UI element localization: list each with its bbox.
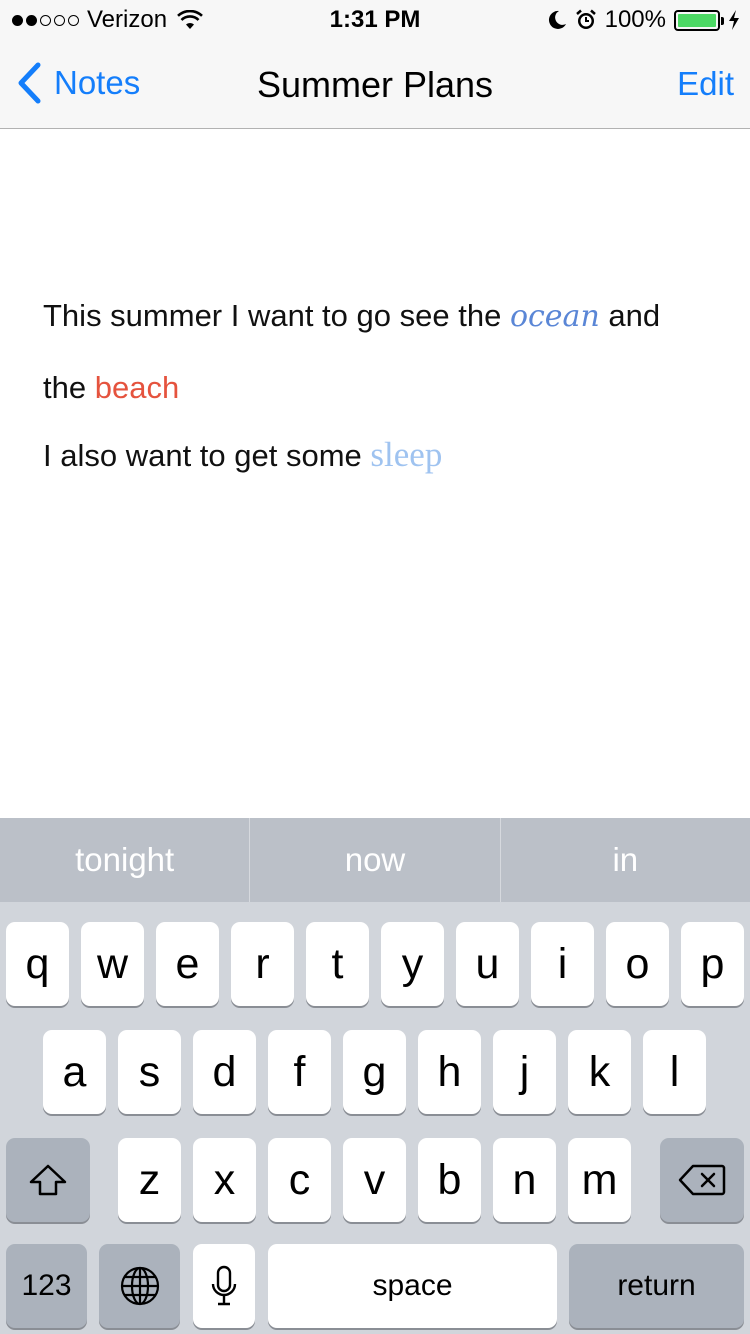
delete-key[interactable]: [660, 1138, 744, 1222]
microphone-key[interactable]: [193, 1244, 255, 1328]
microphone-icon: [211, 1265, 237, 1306]
key-z[interactable]: z: [118, 1138, 181, 1222]
edit-button[interactable]: Edit: [677, 65, 734, 103]
space-key[interactable]: space: [268, 1244, 557, 1328]
status-bar: Verizon 1:31 PM 100%: [0, 0, 750, 40]
keyboard: tonight now in q w e r t y u i o p a s d…: [0, 818, 750, 1334]
globe-key[interactable]: [99, 1244, 180, 1328]
key-k[interactable]: k: [568, 1030, 631, 1114]
key-v[interactable]: v: [343, 1138, 406, 1222]
navigation-bar: Notes Summer Plans Edit: [0, 40, 750, 129]
key-u[interactable]: u: [456, 922, 519, 1006]
key-a[interactable]: a: [43, 1030, 106, 1114]
return-key[interactable]: return: [569, 1244, 744, 1328]
numbers-key[interactable]: 123: [6, 1244, 87, 1328]
key-s[interactable]: s: [118, 1030, 181, 1114]
moon-icon: [548, 10, 566, 29]
key-l[interactable]: l: [643, 1030, 706, 1114]
delete-icon: [678, 1164, 726, 1196]
note-text: I also want to get some: [43, 438, 371, 473]
key-x[interactable]: x: [193, 1138, 256, 1222]
suggestion-2[interactable]: now: [249, 818, 499, 902]
key-w[interactable]: w: [81, 922, 144, 1006]
charging-bolt-icon: [729, 10, 739, 30]
key-q[interactable]: q: [6, 922, 69, 1006]
battery-fill: [678, 13, 716, 27]
shift-icon: [29, 1164, 67, 1196]
styled-word-sleep: sleep: [370, 435, 443, 474]
suggestion-1[interactable]: tonight: [0, 818, 249, 902]
shift-key[interactable]: [6, 1138, 90, 1222]
key-m[interactable]: m: [568, 1138, 631, 1222]
key-p[interactable]: p: [681, 922, 744, 1006]
alarm-icon: [575, 9, 596, 29]
key-c[interactable]: c: [268, 1138, 331, 1222]
status-right: 100%: [547, 6, 740, 34]
page-title: Summer Plans: [256, 64, 494, 105]
key-i[interactable]: i: [531, 922, 594, 1006]
key-g[interactable]: g: [343, 1030, 406, 1114]
globe-icon: [120, 1266, 159, 1306]
key-f[interactable]: f: [268, 1030, 331, 1114]
key-t[interactable]: t: [306, 922, 369, 1006]
suggestion-3[interactable]: in: [499, 818, 750, 902]
key-b[interactable]: b: [418, 1138, 481, 1222]
key-e[interactable]: e: [156, 922, 219, 1006]
note-body[interactable]: This summer I want to go see the ocean a…: [43, 280, 723, 480]
key-h[interactable]: h: [418, 1030, 481, 1114]
styled-word-beach: beach: [94, 370, 180, 405]
note-text: the: [43, 370, 95, 405]
key-j[interactable]: j: [493, 1030, 556, 1114]
key-y[interactable]: y: [381, 922, 444, 1006]
key-d[interactable]: d: [193, 1030, 256, 1114]
battery-icon: [674, 9, 724, 31]
key-r[interactable]: r: [231, 922, 294, 1006]
note-text: This summer I want to go see the: [43, 298, 510, 333]
styled-word-ocean: ocean: [509, 299, 600, 334]
note-paragraph-1: This summer I want to go see the ocean a…: [43, 280, 723, 423]
battery-percent: 100%: [604, 6, 666, 33]
key-n[interactable]: n: [493, 1138, 556, 1222]
note-text: and: [599, 298, 661, 333]
key-o[interactable]: o: [606, 922, 669, 1006]
note-paragraph-2: I also want to get some sleep: [43, 431, 723, 480]
predictive-bar: tonight now in: [0, 818, 750, 902]
